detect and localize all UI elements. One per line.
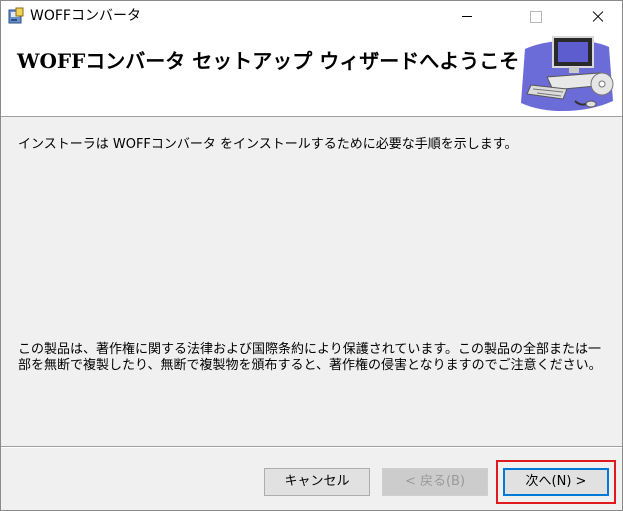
maximize-icon[interactable]	[512, 1, 558, 31]
setup-wizard-window: WOFFコンバータ WOFFコンバータ セットアップ ウィザードへようこそ イン…	[0, 0, 623, 511]
window-title: WOFFコンバータ	[30, 8, 141, 24]
next-button[interactable]: 次へ(N) >	[503, 468, 609, 496]
close-icon[interactable]	[575, 1, 621, 31]
cancel-button[interactable]: キャンセル	[264, 468, 370, 496]
back-button[interactable]: < 戻る(B)	[382, 468, 488, 496]
minimize-icon[interactable]	[444, 1, 490, 31]
wizard-heading: WOFFコンバータ セットアップ ウィザードへようこそ	[17, 49, 520, 73]
installer-icon	[8, 7, 24, 24]
copyright-notice: この製品は、著作権に関する法律および国際条約により保護されています。この製品の全…	[18, 342, 602, 373]
button-separator	[1, 446, 622, 448]
computer-setup-icon	[521, 36, 614, 112]
title-bar[interactable]: WOFFコンバータ	[1, 1, 622, 31]
intro-text: インストーラは WOFFコンバータ をインストールするために必要な手順を示します…	[18, 137, 518, 152]
wizard-header: WOFFコンバータ セットアップ ウィザードへようこそ	[1, 31, 622, 117]
